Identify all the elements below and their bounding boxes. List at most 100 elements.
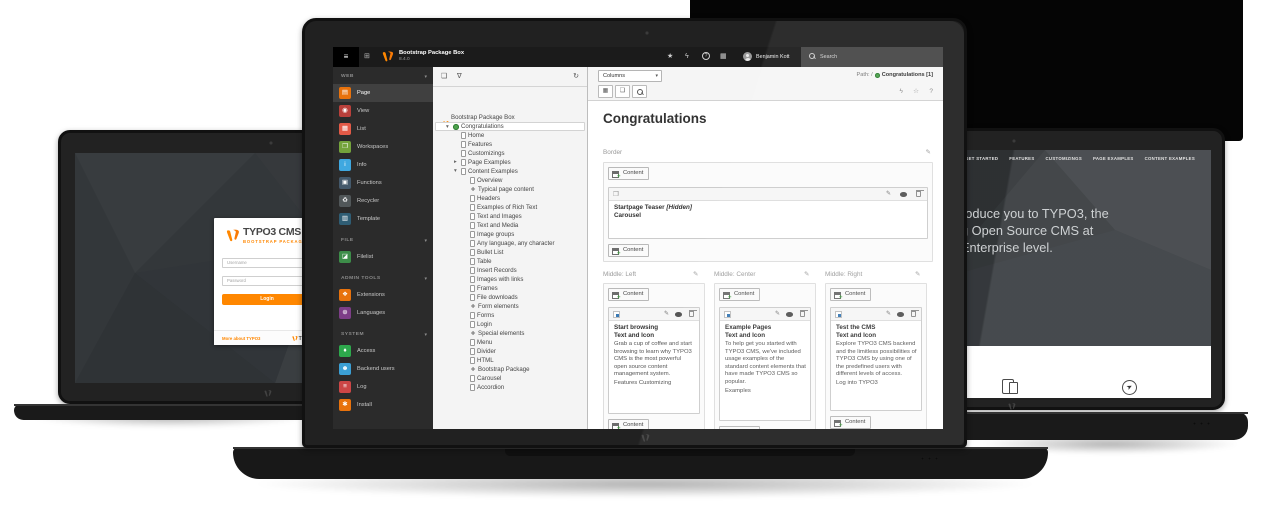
- sidebar-item-workspaces[interactable]: ❐Workspaces: [333, 138, 433, 156]
- element-links[interactable]: Features Customizing: [614, 380, 695, 388]
- tree-node-page-examples[interactable]: ▸Page Examples: [435, 158, 585, 167]
- nav-item-features[interactable]: FEATURES: [1009, 156, 1034, 161]
- module-menu-toggle-icon[interactable]: ⊞: [364, 53, 370, 61]
- sidebar-item-extensions[interactable]: ❖Extensions: [333, 286, 433, 304]
- tree-node-forms[interactable]: Forms: [435, 311, 585, 320]
- delete-icon[interactable]: [916, 191, 921, 197]
- element-links[interactable]: Log into TYPO3: [836, 380, 917, 388]
- avatar[interactable]: [743, 52, 752, 61]
- sidebar-item-access[interactable]: ♦Access: [333, 342, 433, 360]
- content-element-card[interactable]: ✎ Example Pages Text and Icon To help ge…: [719, 307, 811, 421]
- tree-node-carousel[interactable]: Carousel: [435, 374, 585, 383]
- sidebar-item-log[interactable]: ≡Log: [333, 378, 433, 396]
- username-field[interactable]: Username: [222, 258, 312, 268]
- tree-node-file-downloads[interactable]: File downloads: [435, 293, 585, 302]
- new-page-icon[interactable]: ❏: [441, 72, 447, 81]
- delete-icon[interactable]: [911, 311, 916, 317]
- tree-node-text-and-images[interactable]: Text and Images: [435, 212, 585, 221]
- tree-node-menu[interactable]: Menu: [435, 338, 585, 347]
- tree-node-login[interactable]: Login: [435, 320, 585, 329]
- tree-node-insert-records[interactable]: Insert Records: [435, 266, 585, 275]
- clear-cache-bolt-icon[interactable]: ϟ: [900, 87, 903, 96]
- bookmark-star-icon[interactable]: ☆: [913, 87, 919, 96]
- edit-column-icon[interactable]: ✎: [804, 271, 809, 278]
- username-label[interactable]: Benjamin Kott: [756, 54, 790, 60]
- tree-node-table[interactable]: Table: [435, 257, 585, 266]
- tree-node-overview[interactable]: Overview: [435, 176, 585, 185]
- edit-column-icon[interactable]: ✎: [926, 149, 931, 156]
- tree-node-any-language-any-character[interactable]: Any language, any character: [435, 239, 585, 248]
- search-input[interactable]: Search: [801, 47, 943, 67]
- tree-node-customizings[interactable]: Customizings: [435, 149, 585, 158]
- expand-arrow-icon[interactable]: ▸: [454, 158, 457, 167]
- login-button[interactable]: Login: [222, 294, 312, 305]
- tree-node-content-examples[interactable]: ▾Content Examples: [435, 167, 585, 176]
- tree-node-form-elements[interactable]: ✚Form elements: [435, 302, 585, 311]
- add-content-button[interactable]: Content: [608, 244, 649, 257]
- visibility-icon[interactable]: [900, 192, 907, 197]
- tree-node-congratulations[interactable]: ▾Congratulations: [435, 122, 585, 131]
- tree-node-headers[interactable]: Headers: [435, 194, 585, 203]
- sidebar-item-install[interactable]: ✱Install: [333, 396, 433, 414]
- visibility-icon[interactable]: [897, 312, 904, 317]
- tree-node-divider[interactable]: Divider: [435, 347, 585, 356]
- layout-button[interactable]: ▦: [598, 85, 613, 98]
- tree-node-typical-page-content[interactable]: ✚Typical page content: [435, 185, 585, 194]
- delete-icon[interactable]: [800, 311, 805, 317]
- more-about-typo3-link[interactable]: More about TYPO3: [222, 336, 260, 341]
- module-section-file[interactable]: FILE▾: [333, 235, 433, 248]
- edit-icon[interactable]: ✎: [775, 311, 780, 318]
- password-field[interactable]: Password: [222, 276, 312, 286]
- modules-grid-icon[interactable]: ▦: [720, 53, 727, 61]
- nav-item-get-started[interactable]: GET STARTED: [965, 156, 998, 161]
- tree-node-image-groups[interactable]: Image groups: [435, 230, 585, 239]
- sidebar-item-template[interactable]: ▥Template: [333, 210, 433, 228]
- nav-item-customizings[interactable]: CUSTOMIZINGS: [1046, 156, 1082, 161]
- content-element-card[interactable]: ✎ Test the CMS Text and Icon Explore TYP…: [830, 307, 922, 411]
- module-section-admin-tools[interactable]: ADMIN TOOLS▾: [333, 273, 433, 286]
- view-mode-select[interactable]: Columns ▾: [598, 70, 662, 82]
- clear-cache-bolt-icon[interactable]: ϟ: [685, 53, 689, 61]
- edit-icon[interactable]: ✎: [886, 191, 891, 198]
- add-content-button[interactable]: Content: [608, 167, 649, 180]
- tree-node-text-and-media[interactable]: Text and Media: [435, 221, 585, 230]
- tree-node-home[interactable]: Home: [435, 131, 585, 140]
- sidebar-item-recycler[interactable]: ♻Recycler: [333, 192, 433, 210]
- tree-node-special-elements[interactable]: ✚Special elements: [435, 329, 585, 338]
- tree-node-bootstrap-package-box[interactable]: Bootstrap Package Box: [435, 113, 585, 122]
- edit-column-icon[interactable]: ✎: [693, 271, 698, 278]
- nav-item-page-examples[interactable]: PAGE EXAMPLES: [1093, 156, 1134, 161]
- edit-column-icon[interactable]: ✎: [915, 271, 920, 278]
- sidebar-item-backend-users[interactable]: ☻Backend users: [333, 360, 433, 378]
- add-content-button[interactable]: Content: [719, 288, 760, 301]
- tree-node-html[interactable]: HTML: [435, 356, 585, 365]
- filter-icon[interactable]: ∇: [457, 72, 462, 81]
- add-content-button[interactable]: Content: [830, 416, 871, 429]
- add-content-button[interactable]: Content: [719, 426, 760, 429]
- sidebar-item-languages[interactable]: ⊕Languages: [333, 304, 433, 322]
- content-element-card[interactable]: ✎ Start browsing Text and Icon Grab a cu…: [608, 307, 700, 414]
- sidebar-item-filelist[interactable]: ◪Filelist: [333, 248, 433, 266]
- search-record-button[interactable]: [632, 85, 647, 98]
- refresh-icon[interactable]: ↻: [573, 72, 579, 81]
- visibility-icon[interactable]: [675, 312, 682, 317]
- sidebar-item-functions[interactable]: ▣Functions: [333, 174, 433, 192]
- tree-node-images-with-links[interactable]: Images with links: [435, 275, 585, 284]
- add-content-button[interactable]: Content: [830, 288, 871, 301]
- visibility-icon[interactable]: [786, 312, 793, 317]
- sidebar-item-view[interactable]: ◉View: [333, 102, 433, 120]
- bookmark-star-icon[interactable]: ★: [667, 53, 673, 61]
- tree-node-features[interactable]: Features: [435, 140, 585, 149]
- delete-icon[interactable]: [689, 311, 694, 317]
- add-content-button[interactable]: Content: [608, 288, 649, 301]
- add-content-button[interactable]: Content: [608, 419, 649, 429]
- content-element-card[interactable]: ❐ ✎ Startpage Teaser [Hidden] Carousel: [608, 187, 928, 239]
- new-record-button[interactable]: ❏: [615, 85, 630, 98]
- menu-toggle-button[interactable]: ≡: [333, 47, 359, 67]
- help-icon[interactable]: ?: [702, 52, 710, 60]
- sidebar-item-list[interactable]: ▦List: [333, 120, 433, 138]
- sidebar-item-page[interactable]: ▤Page: [333, 84, 433, 102]
- tree-node-frames[interactable]: Frames: [435, 284, 585, 293]
- module-section-web[interactable]: WEB▾: [333, 71, 433, 84]
- edit-icon[interactable]: ✎: [664, 311, 669, 318]
